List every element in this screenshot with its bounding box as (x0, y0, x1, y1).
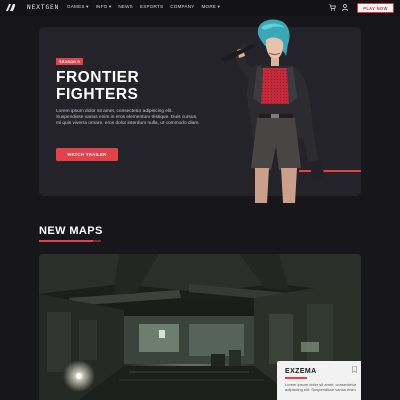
play-now-button[interactable]: PLAY NOW (357, 3, 394, 13)
hero-title: FRONTIER FIGHTERS (56, 69, 206, 103)
menu-item-esports[interactable]: ESPORTS (140, 4, 163, 10)
logo-icon[interactable] (6, 4, 15, 11)
hero-description: Lorem ipsum dolor sit amet, consectetur … (56, 109, 200, 127)
menu-item-news[interactable]: NEWS (118, 4, 133, 10)
hero-character-image (221, 19, 325, 203)
brand-name[interactable]: NEXTGEN (27, 4, 59, 11)
season-badge: SEASON 5 (56, 58, 83, 65)
main-menu: GAMES ▾ INFO ▾ NEWS ESPORTS COMPANY MORE… (67, 4, 220, 10)
hero-title-line1: FRONTIER (56, 69, 140, 86)
hero-title-line2: FIGHTERS (56, 86, 139, 103)
menu-item-company[interactable]: COMPANY (170, 4, 194, 10)
map-description: Lorem ipsum dolor sit amet, consectetur … (285, 381, 357, 392)
map-name-underline (285, 377, 307, 379)
menu-item-more[interactable]: MORE ▾ (202, 4, 221, 10)
section-title-new-maps: NEW MAPS (39, 225, 103, 237)
user-icon[interactable] (342, 4, 348, 11)
cart-icon[interactable] (329, 4, 336, 11)
menu-item-games[interactable]: GAMES ▾ (67, 4, 89, 10)
menu-item-info[interactable]: INFO ▾ (96, 4, 112, 10)
bookmark-icon[interactable] (352, 366, 357, 373)
map-info-card[interactable]: EXZEMA Lorem ipsum dolor sit amet, conse… (277, 361, 361, 400)
section-underline-accent (93, 240, 101, 242)
section-underline (39, 240, 93, 242)
watch-trailer-button[interactable]: WATCH TRAILER (56, 148, 118, 161)
map-name: EXZEMA (285, 368, 317, 375)
top-nav: NEXTGEN GAMES ▾ INFO ▾ NEWS ESPORTS COMP… (0, 0, 400, 16)
